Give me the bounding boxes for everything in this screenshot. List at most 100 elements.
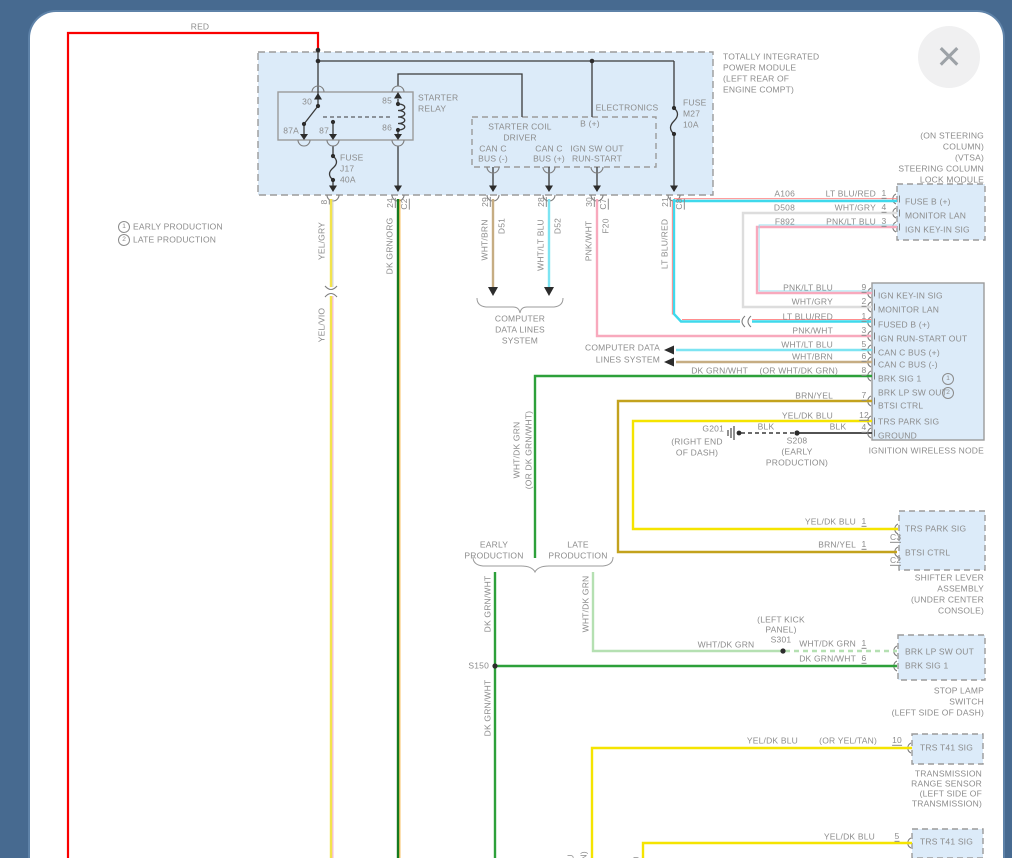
label-node-pins-9-92: 4	[861, 421, 867, 434]
label-shifter-conns-1-129: C2	[890, 554, 902, 567]
label-node-rows-6-99: BRK SIG 1	[878, 373, 922, 384]
label-splices-s208_note1-113: (EARLY	[781, 446, 813, 457]
label-tipm-title3-7: (LEFT REAR OF	[723, 73, 790, 84]
label-data_lines-r1-107: COMPUTER DATA	[584, 342, 660, 353]
label-tipm-fuse_m27-l3-21: 10A	[683, 119, 699, 130]
label-shifter-conns-0-126: C3	[890, 531, 902, 544]
label-tipm-pins-p24-34: 24	[384, 198, 397, 208]
label-tipm-electronics-title-22: ELECTRONICS	[595, 102, 659, 113]
label-splices-s301_note1-137: (LEFT KICK	[757, 614, 805, 625]
label-power_wire-label-0: RED	[190, 21, 210, 32]
label-tipm-relay-pin_86-15: 86	[382, 122, 392, 133]
label-node-title-106: IGNITION WIRELESS NODE	[868, 445, 984, 456]
label-data_lines-l3-53: SYSTEM	[501, 335, 539, 346]
label-legend-item2_label-4: LATE PRODUCTION	[133, 234, 217, 245]
label-trs2-pin-159: 5	[894, 830, 900, 843]
label-splices-s150-144: S150	[468, 660, 489, 671]
label-data_lines-r2-108: LINES SYSTEM	[595, 354, 660, 365]
label-legend-item2_num-3: 2	[118, 234, 130, 246]
label-sclm-rows-1-code-63: D508	[773, 202, 795, 213]
label-wire_labels-pnk_wht-77: PNK/WHT	[792, 325, 833, 336]
label-sclm-t3-56: (VTSA)	[954, 152, 984, 163]
label-wire_labels-dk_grn_wht-83: DK GRN/WHT	[691, 365, 748, 376]
label-wire_labels-dk_grn_org-36: DK GRN/ORG	[384, 217, 395, 275]
label-node-pins-1-74: 2	[861, 295, 867, 308]
label-shifter-rows-1-131: BTSI CTRL	[905, 547, 951, 558]
label-wire_labels-yel_dk_blu-124: YEL/DK BLU	[804, 516, 856, 527]
label-wire_labels-or_yel_tan-162: (OR YEL/TAN)	[578, 851, 588, 858]
label-tipm-electronics-driver1-23: STARTER COIL	[488, 121, 552, 132]
label-splices-s301-139: S301	[770, 634, 792, 645]
label-node-rows-2-95: FUSED B (+)	[878, 319, 931, 330]
label-tipm-electronics-can_m2-27: BUS (-)	[478, 153, 508, 164]
label-wire_labels-pnk_wht-46: PNK/WHT	[583, 220, 594, 262]
label-splices-g201-109: G201	[702, 423, 724, 434]
close-icon: ✕	[935, 38, 963, 76]
label-node-rows-1-94: MONITOR LAN	[878, 304, 940, 315]
label-tipm-relay-pin_87a-13: 87A	[283, 125, 299, 136]
label-production-late1-119: LATE	[567, 539, 589, 550]
label-wire_labels-brn_yel-127: BRN/YEL	[818, 539, 856, 550]
label-splices-g201_note2-111: OF DASH)	[675, 447, 719, 458]
label-wire_labels-blk-90: BLK	[757, 421, 775, 432]
label-tipm-relay-pin_30-11: 30	[302, 96, 312, 107]
label-sclm-t2-55: COLUMN)	[942, 141, 984, 152]
label-tipm-electronics-can_m1-26: CAN C	[479, 143, 507, 154]
label-wire_labels-or_dk_grn_wht-116: (OR DK GRN/WHT)	[523, 410, 534, 490]
label-shifter-rows-0-130: TRS PARK SIG	[905, 523, 967, 534]
label-node-rows-10-103: GROUND	[878, 430, 917, 441]
label-wire_labels-brn_yel-86: BRN/YEL	[795, 390, 833, 401]
label-node-rows-9-102: TRS PARK SIG	[878, 416, 940, 427]
label-tipm-pins-p28-40: 28	[535, 197, 548, 207]
label-sclm-t1-54: (ON STEERING	[920, 130, 984, 141]
label-sclm-rows-0-wire-60: LT BLU/RED	[825, 188, 876, 199]
label-sclm-t5-58: LOCK MODULE	[919, 174, 984, 185]
close-button[interactable]: ✕	[918, 26, 980, 88]
label-wire_labels-wht_lt_blu-79: WHT/LT BLU	[781, 339, 833, 350]
label-wire_labels-blk-91: BLK	[829, 421, 847, 432]
label-node-pins-2-76: 1	[861, 310, 867, 323]
label-wire_labels-dk_grn_wht-121: DK GRN/WHT	[482, 575, 493, 633]
label-data_lines-l1-51: COMPUTER	[494, 313, 546, 324]
label-trs1-t2-155: RANGE SENSOR	[911, 778, 982, 789]
label-wire_labels-wht_dk_grn-140: WHT/DK GRN	[799, 638, 856, 649]
label-wire_labels-wht_dk_grn-115: WHT/DK GRN	[511, 421, 522, 479]
label-production-early2-118: PRODUCTION	[464, 550, 524, 561]
label-tipm-pins-p30-43: 30	[583, 197, 596, 207]
label-splices-g201_note1-110: (RIGHT END	[671, 436, 723, 447]
label-tipm-relay-pin_85-12: 85	[382, 95, 392, 106]
label-wire_labels-dk_grn_wht-123: DK GRN/WHT	[482, 679, 493, 737]
label-tipm-pins-f20-45: F20	[600, 218, 611, 234]
label-stop_lamp-rows-0-145: BRK LP SW OUT	[905, 646, 975, 657]
label-trs1-t4-157: TRANSMISSION)	[911, 798, 982, 809]
label-sclm-rows-2-pin-69: 3	[881, 215, 887, 228]
label-tipm-electronics-b_plus-25: B (+)	[580, 118, 600, 129]
label-wire_labels-wht_lt_blu-42: WHT/LT BLU	[535, 219, 546, 271]
label-sclm-rows-0-pin-61: 1	[881, 187, 887, 200]
label-tipm-pins-p8-32: 8	[318, 199, 331, 205]
label-tipm-electronics-ign2-31: RUN-START	[571, 153, 623, 164]
label-wire_labels-yel_dk_blu-88: YEL/DK BLU	[781, 410, 833, 421]
label-wire_labels-wht_brn-81: WHT/BRN	[791, 351, 833, 362]
label-wire_labels-yel_gry-33: YEL/GRY	[316, 221, 327, 261]
diagram-labels: RED 1 EARLY PRODUCTION 2 LATE PRODUCTION TOTA…	[30, 12, 1003, 858]
label-stop_lamp-t2-148: SWITCH	[949, 696, 984, 707]
label-node-rows-5-98: CAN C BUS (-)	[878, 359, 938, 370]
label-stop_lamp-rows-1-146: BRK SIG 1	[905, 660, 949, 671]
label-stop_lamp-t3-149: (LEFT SIDE OF DASH)	[891, 707, 984, 718]
label-shifter-t2-133: ASSEMBLY	[937, 583, 984, 594]
label-node-pins-5-82: 6	[861, 350, 867, 363]
label-node-pins-4-80: 5	[861, 338, 867, 351]
label-node-pins-3-78: 3	[861, 324, 867, 337]
label-data_lines-l2-52: DATA LINES	[495, 324, 545, 335]
label-tipm-pins-p21-47: 21	[659, 197, 672, 207]
label-tipm-pins-c8-48: C8	[673, 198, 686, 210]
label-sclm-rows-2-label-70: IGN KEY-IN SIG	[905, 224, 970, 235]
label-wire_labels-yel_dk_blu-161: YEL/DK BLU	[565, 854, 575, 858]
label-tipm-pins-d52-41: D52	[552, 217, 563, 235]
label-production-late2-120: PRODUCTION	[548, 550, 608, 561]
label-tipm-relay-title1-9: STARTER	[418, 92, 459, 103]
label-wire_labels-wht_gry-73: WHT/GRY	[791, 296, 833, 307]
label-node-pins-6-85: 8	[861, 364, 867, 377]
label-shifter-t3-134: (UNDER CENTER	[911, 594, 984, 605]
